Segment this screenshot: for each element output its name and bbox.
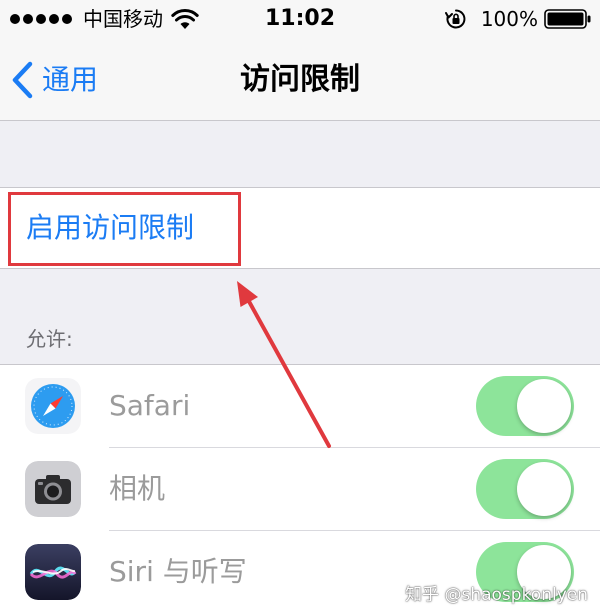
rotation-lock-icon	[444, 9, 466, 29]
watermark: 知乎 @shaospkonlyen	[405, 585, 588, 605]
safari-icon	[25, 378, 81, 434]
allow-list: Safari 相机 Siri 与听写	[0, 364, 600, 615]
status-bar-right: 100%	[444, 6, 592, 32]
status-bar: 中国移动 11:02 100%	[0, 0, 600, 40]
camera-icon	[25, 461, 81, 517]
toggle-knob	[517, 462, 571, 516]
enable-restrictions-row[interactable]: 启用访问限制	[0, 187, 600, 269]
list-item-camera: 相机	[0, 448, 600, 531]
list-item-label: Siri 与听写	[109, 555, 247, 588]
list-item-safari: Safari	[0, 365, 600, 448]
siri-icon	[25, 544, 81, 600]
navigation-bar: 通用 访问限制	[0, 40, 600, 121]
battery-percentage: 100%	[480, 7, 538, 31]
safari-toggle[interactable]	[476, 376, 574, 436]
list-item-label: Safari	[109, 389, 191, 422]
camera-toggle[interactable]	[476, 459, 574, 519]
toggle-knob	[517, 379, 571, 433]
list-item-label: 相机	[109, 472, 166, 505]
enable-restrictions-button[interactable]: 启用访问限制	[26, 206, 194, 250]
battery-icon	[544, 9, 591, 29]
allow-section-header: 允许:	[26, 327, 73, 351]
page-title: 访问限制	[240, 62, 360, 97]
